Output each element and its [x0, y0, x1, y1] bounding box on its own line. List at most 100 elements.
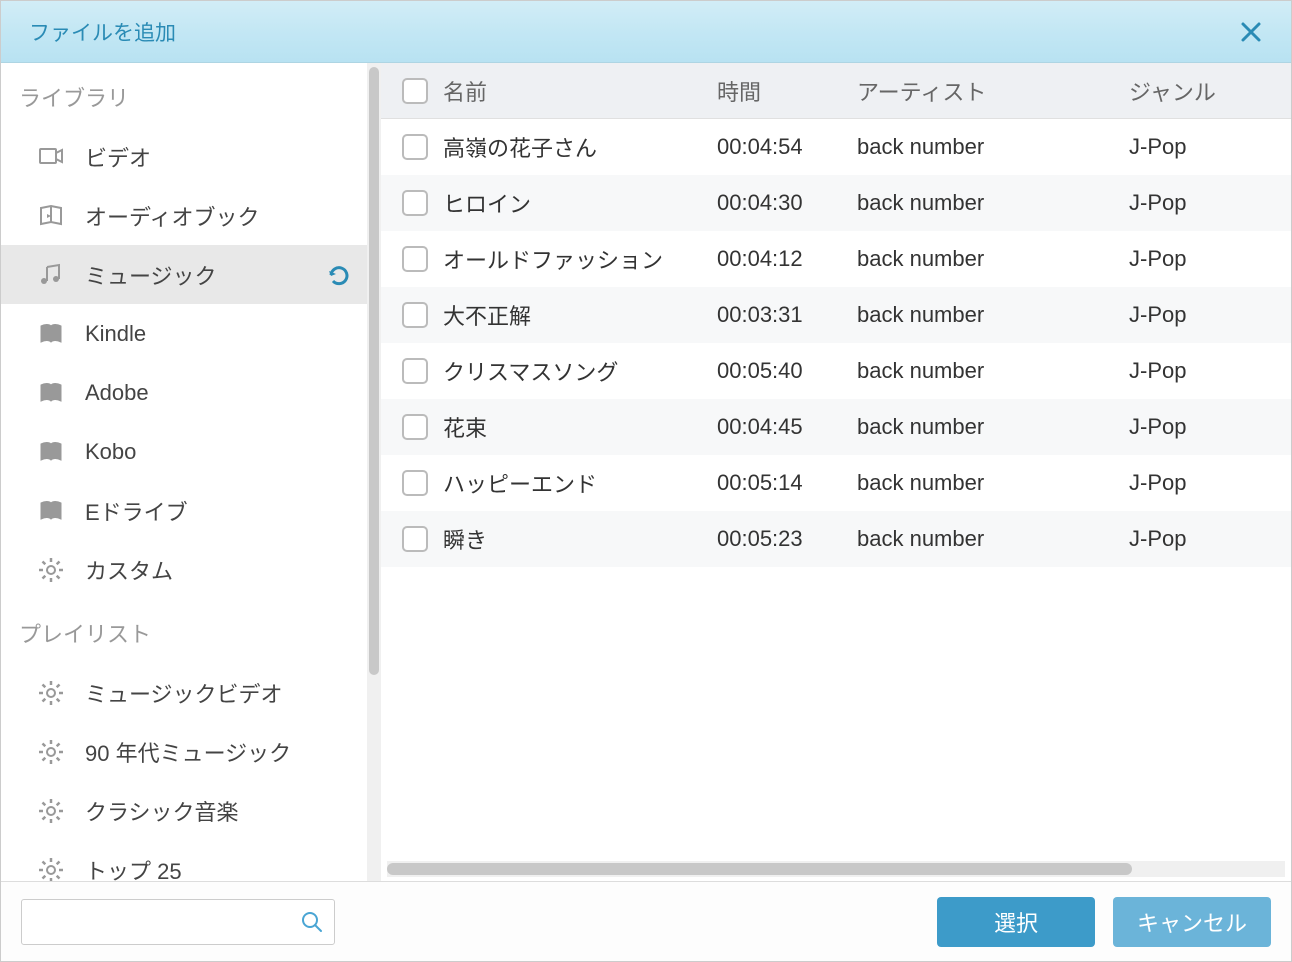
refresh-icon[interactable]	[327, 263, 351, 287]
search-input[interactable]	[32, 910, 300, 933]
cell-time: 00:04:54	[717, 134, 857, 160]
sidebar-item-label: ビデオ	[85, 141, 381, 173]
cell-genre: J-Pop	[1129, 190, 1291, 216]
table-row[interactable]: 花束00:04:45back numberJ-Pop	[381, 399, 1291, 455]
gear-icon	[35, 854, 67, 882]
book-icon	[35, 495, 67, 527]
horizontal-scrollbar[interactable]	[387, 861, 1285, 877]
row-checkbox[interactable]	[402, 302, 428, 328]
cell-name: クリスマスソング	[437, 355, 717, 387]
sidebar-item[interactable]: トップ 25	[1, 840, 381, 881]
table-row[interactable]: ハッピーエンド00:05:14back numberJ-Pop	[381, 455, 1291, 511]
horizontal-scrollbar-thumb[interactable]	[387, 863, 1132, 875]
cell-time: 00:04:45	[717, 414, 857, 440]
cell-time: 00:05:23	[717, 526, 857, 552]
row-checkbox-cell	[393, 358, 437, 384]
cell-name: オールドファッション	[437, 243, 717, 275]
close-icon	[1240, 21, 1262, 43]
sidebar-item-label: オーディオブック	[85, 200, 381, 232]
cell-name: 瞬き	[437, 523, 717, 555]
sidebar-item-label: ミュージックビデオ	[85, 677, 381, 709]
cell-genre: J-Pop	[1129, 302, 1291, 328]
search-icon[interactable]	[300, 910, 324, 934]
sidebar-item-label: 90 年代ミュージック	[85, 736, 381, 768]
sidebar-item[interactable]: クラシック音楽	[1, 781, 381, 840]
gear-icon	[35, 736, 67, 768]
search-box[interactable]	[21, 899, 335, 945]
cell-name: 大不正解	[437, 299, 717, 331]
row-checkbox-cell	[393, 190, 437, 216]
sidebar-item-label: カスタム	[85, 554, 381, 586]
music-icon	[35, 259, 67, 291]
cell-name: ハッピーエンド	[437, 467, 717, 499]
table-row[interactable]: ヒロイン00:04:30back numberJ-Pop	[381, 175, 1291, 231]
sidebar-section-header: ライブラリ	[1, 63, 381, 127]
table-row[interactable]: 大不正解00:03:31back numberJ-Pop	[381, 287, 1291, 343]
cell-artist: back number	[857, 470, 1129, 496]
sidebar-item[interactable]: カスタム	[1, 540, 381, 599]
sidebar-item[interactable]: オーディオブック	[1, 186, 381, 245]
sidebar-item[interactable]: Kindle	[1, 304, 381, 363]
cell-genre: J-Pop	[1129, 246, 1291, 272]
row-checkbox[interactable]	[402, 190, 428, 216]
table-row[interactable]: クリスマスソング00:05:40back numberJ-Pop	[381, 343, 1291, 399]
cell-time: 00:05:14	[717, 470, 857, 496]
row-checkbox-cell	[393, 414, 437, 440]
sidebar-item-label: トップ 25	[85, 854, 381, 882]
row-checkbox[interactable]	[402, 414, 428, 440]
book-icon	[35, 436, 67, 468]
cell-artist: back number	[857, 246, 1129, 272]
table-row[interactable]: 瞬き00:05:23back numberJ-Pop	[381, 511, 1291, 567]
sidebar-item[interactable]: Eドライブ	[1, 481, 381, 540]
row-checkbox-cell	[393, 302, 437, 328]
sidebar: ライブラリビデオオーディオブックミュージック Kindle Adobe Kobo Eドラ…	[1, 63, 381, 881]
sidebar-item[interactable]: ミュージックビデオ	[1, 663, 381, 722]
titlebar: ファイルを追加	[1, 1, 1291, 63]
cell-genre: J-Pop	[1129, 358, 1291, 384]
sidebar-item[interactable]: ビデオ	[1, 127, 381, 186]
header-checkbox-cell	[393, 78, 437, 104]
sidebar-item-label: クラシック音楽	[85, 795, 381, 827]
gear-icon	[35, 554, 67, 586]
sidebar-scrollbar[interactable]	[367, 63, 381, 881]
sidebar-item-label: Adobe	[85, 380, 381, 406]
cell-name: ヒロイン	[437, 187, 717, 219]
column-header-genre[interactable]: ジャンル	[1129, 75, 1291, 107]
main-panel: 名前 時間 アーティスト ジャンル 高嶺の花子さん00:04:54back nu…	[381, 63, 1291, 881]
table-row[interactable]: 高嶺の花子さん00:04:54back numberJ-Pop	[381, 119, 1291, 175]
table-body: 高嶺の花子さん00:04:54back numberJ-Popヒロイン00:04…	[381, 119, 1291, 861]
column-header-name[interactable]: 名前	[437, 75, 717, 107]
sidebar-item[interactable]: ミュージック	[1, 245, 381, 304]
row-checkbox[interactable]	[402, 134, 428, 160]
cell-genre: J-Pop	[1129, 526, 1291, 552]
sidebar-item[interactable]: Kobo	[1, 422, 381, 481]
table-row[interactable]: オールドファッション00:04:12back numberJ-Pop	[381, 231, 1291, 287]
sidebar-item[interactable]: 90 年代ミュージック	[1, 722, 381, 781]
row-checkbox[interactable]	[402, 358, 428, 384]
row-checkbox[interactable]	[402, 470, 428, 496]
cell-time: 00:05:40	[717, 358, 857, 384]
row-checkbox-cell	[393, 470, 437, 496]
close-button[interactable]	[1235, 16, 1267, 48]
footer: 選択 キャンセル	[1, 881, 1291, 961]
column-header-time[interactable]: 時間	[717, 75, 857, 107]
sidebar-item[interactable]: Adobe	[1, 363, 381, 422]
row-checkbox[interactable]	[402, 526, 428, 552]
select-button[interactable]: 選択	[937, 897, 1095, 947]
cell-artist: back number	[857, 302, 1129, 328]
cell-genre: J-Pop	[1129, 414, 1291, 440]
audiobook-icon	[35, 200, 67, 232]
row-checkbox[interactable]	[402, 246, 428, 272]
cell-artist: back number	[857, 134, 1129, 160]
scrollbar-thumb[interactable]	[369, 67, 379, 675]
cell-artist: back number	[857, 358, 1129, 384]
column-header-artist[interactable]: アーティスト	[857, 75, 1129, 107]
book-icon	[35, 318, 67, 350]
sidebar-item-label: Eドライブ	[85, 495, 381, 527]
select-all-checkbox[interactable]	[402, 78, 428, 104]
cell-time: 00:03:31	[717, 302, 857, 328]
window-title: ファイルを追加	[29, 17, 176, 47]
cancel-button[interactable]: キャンセル	[1113, 897, 1271, 947]
sidebar-item-label: Kindle	[85, 321, 381, 347]
row-checkbox-cell	[393, 134, 437, 160]
